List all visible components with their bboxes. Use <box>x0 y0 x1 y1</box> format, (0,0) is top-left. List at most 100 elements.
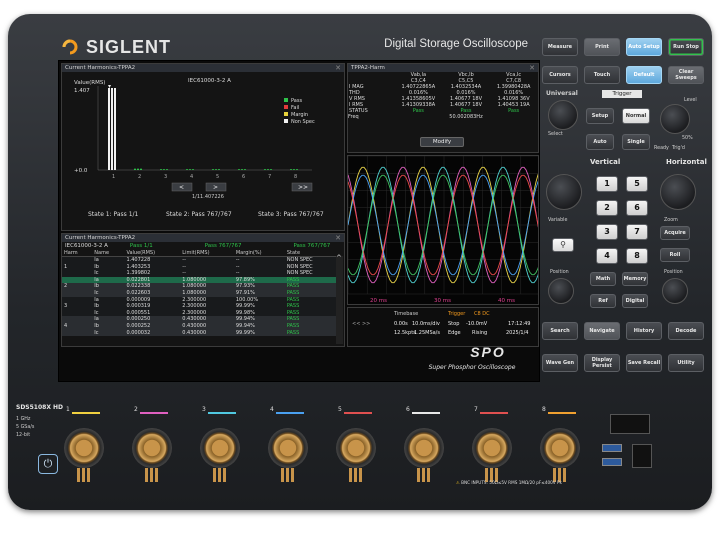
table-cell: 99.99% <box>235 329 255 336</box>
table-row[interactable]: Ia 0.000009 2.300000 100.00% PASS <box>62 296 336 304</box>
channel-7-button[interactable]: 7 <box>626 224 648 240</box>
save-recall-button[interactable]: Save Recall <box>626 354 662 372</box>
harmonics-table-panel[interactable]: Current Harmonics-TPPA2 ✕ IEC61000-3-2 A … <box>61 233 345 347</box>
channel-number-label: 7 <box>474 406 478 413</box>
run-stop-button[interactable]: Run Stop <box>668 38 704 56</box>
timebase-bar[interactable]: Timebase Trigger C8 DC << >> 0.00s 10.0m… <box>347 307 539 347</box>
close-icon[interactable]: ✕ <box>335 64 341 72</box>
decode-button[interactable]: Decode <box>668 322 704 340</box>
measure-button[interactable]: Measure <box>542 38 578 56</box>
table-cell: -- <box>182 263 186 270</box>
table-row[interactable]: Ia 0.022801 1.080000 97.89% PASS <box>62 276 336 284</box>
usb-port-2[interactable] <box>602 458 622 466</box>
table-row[interactable]: Ia 0.000250 0.430000 99.94% PASS <box>62 316 336 323</box>
power-button[interactable]: ⏻ <box>38 454 58 474</box>
timebase-delay[interactable]: 0.00s <box>394 321 408 327</box>
table-row[interactable]: Ia 1.407228 -- -- NON SPEC <box>62 256 336 264</box>
search-button[interactable]: Search <box>542 322 578 340</box>
table-row[interactable]: 3 Ib 0.000319 2.300000 99.99% PASS <box>62 303 336 310</box>
single-button[interactable]: Single <box>622 134 650 150</box>
cursors-button[interactable]: Cursors <box>542 66 578 84</box>
waveform-panel[interactable]: 20 ms 30 ms 40 ms <box>347 155 539 305</box>
horizontal-position-knob[interactable] <box>662 278 688 304</box>
bnc-input-6[interactable] <box>404 428 444 468</box>
cursor-marker-icon[interactable] <box>108 85 111 88</box>
print-button[interactable]: Print <box>584 38 620 56</box>
bnc-input-8[interactable] <box>540 428 580 468</box>
chart-nav: < > >> 1/11.407226 <box>171 182 313 200</box>
measurement-panel[interactable]: TPPA2-Harm ✕ Vab,Ia Vbc,Ib Vca,Ic C3,C4 C5,C… <box>347 63 539 153</box>
channel-1-button[interactable]: 1 <box>596 176 618 192</box>
y-min-label: +0.0 <box>74 168 88 174</box>
modify-button[interactable]: Modify <box>420 137 464 147</box>
channel-2-button[interactable]: 2 <box>596 200 618 216</box>
panel-title-text: TPPA2-Harm <box>351 65 385 71</box>
bnc-input-4[interactable] <box>268 428 308 468</box>
table-cell: 0.000250 <box>126 316 151 323</box>
table-standard: IEC61000-3-2 A <box>65 243 108 249</box>
math-button[interactable]: Math <box>590 272 616 286</box>
aux-port[interactable] <box>632 444 652 468</box>
table-row[interactable]: 2 Ib 0.022338 1.080000 97.93% PASS <box>62 283 336 290</box>
ref-button[interactable]: Ref <box>590 294 616 308</box>
scroll-arrows-icon[interactable]: << >> <box>352 321 370 327</box>
channel-4-button[interactable]: 4 <box>596 248 618 264</box>
roll-button[interactable]: Roll <box>660 248 690 262</box>
table-cell: 2.300000 <box>182 309 207 316</box>
setup-button[interactable]: Setup <box>586 108 614 124</box>
timebase-scale[interactable]: 10.0ms/div <box>412 321 440 327</box>
digital-button[interactable]: Digital <box>622 294 648 308</box>
universal-knob[interactable] <box>548 100 578 130</box>
panel-title: Current Harmonics-TPPA2 ✕ <box>62 64 344 72</box>
harmonics-chart-panel[interactable]: Current Harmonics-TPPA2 ✕ Value(RMS) IEC6… <box>61 63 345 231</box>
auto-button[interactable]: Auto <box>586 134 614 150</box>
utility-button[interactable]: Utility <box>668 354 704 372</box>
wave-gen-button[interactable]: Wave Gen <box>542 354 578 372</box>
bnc-input-7[interactable] <box>472 428 512 468</box>
harmonic-bar <box>137 168 139 170</box>
table-row[interactable]: 4 Ib 0.000252 0.430000 99.94% PASS <box>62 322 336 330</box>
horizontal-scale-knob[interactable] <box>660 174 696 210</box>
channel-3-button[interactable]: 3 <box>596 224 618 240</box>
table-row[interactable]: Ic 1.399802 -- -- NON SPEC <box>62 270 336 277</box>
memory-button[interactable]: Memory <box>622 272 648 286</box>
touch-button[interactable]: Touch <box>584 66 620 84</box>
bnc-input-3[interactable] <box>200 428 240 468</box>
search-zoom-button[interactable]: ⚲ <box>552 238 574 252</box>
acquire-button[interactable]: Acquire <box>660 226 690 240</box>
table-row[interactable]: Ic 0.022603 1.080000 97.91% PASS <box>62 289 336 297</box>
bnc-input-1[interactable] <box>64 428 104 468</box>
table-row[interactable]: 1 Ib 1.403253 -- -- NON SPEC <box>62 263 336 271</box>
navigate-button[interactable]: Navigate <box>584 322 620 340</box>
clear-sweeps-button[interactable]: Clear Sweeps <box>668 66 704 84</box>
table-cell: 1.407228 <box>126 257 151 263</box>
table-row[interactable]: Ic 0.000551 2.300000 99.98% PASS <box>62 309 336 317</box>
default-button[interactable]: Default <box>626 66 662 84</box>
normal-button[interactable]: Normal <box>622 108 650 124</box>
display-screen[interactable]: Current Harmonics-TPPA2 ✕ Value(RMS) IEC6… <box>58 60 540 382</box>
bnc-input-5[interactable] <box>336 428 376 468</box>
trigger-slope[interactable]: Rising <box>472 330 487 336</box>
vertical-scale-knob[interactable] <box>546 174 582 210</box>
channel-6-button[interactable]: 6 <box>626 200 648 216</box>
scroll-up-icon[interactable]: ^ <box>336 254 342 262</box>
close-icon[interactable]: ✕ <box>529 64 535 72</box>
harmonics-table[interactable]: Harm Name Value(RMS) Limit(RMS) Margin(%) Sta… <box>62 250 336 337</box>
close-icon[interactable]: ✕ <box>335 234 341 242</box>
auto-setup-button[interactable]: Auto Setup <box>626 38 662 56</box>
history-button[interactable]: History <box>626 322 662 340</box>
table-cell <box>62 330 92 337</box>
channel-5-button[interactable]: 5 <box>626 176 648 192</box>
table-scrollbar[interactable]: ^ <box>336 254 343 344</box>
trigger-type[interactable]: Edge <box>448 330 461 336</box>
channel-8-button[interactable]: 8 <box>626 248 648 264</box>
display-persist-button[interactable]: Display Persist <box>584 354 620 372</box>
table-row[interactable]: Ic 0.000032 0.430000 99.99% PASS <box>62 329 336 337</box>
vertical-position-knob[interactable] <box>548 278 574 304</box>
trigger-level[interactable]: -10.0mV <box>466 321 487 327</box>
table-cell: 99.94% <box>235 316 255 323</box>
front-port[interactable] <box>610 414 650 434</box>
bnc-input-2[interactable] <box>132 428 172 468</box>
usb-port-1[interactable] <box>602 444 622 452</box>
trigger-level-knob[interactable] <box>660 104 690 134</box>
